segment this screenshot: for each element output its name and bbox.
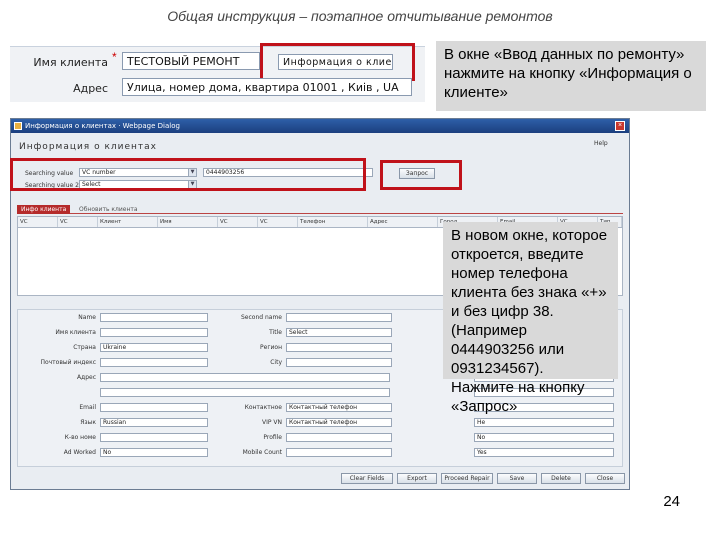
form-label: Ad Worked	[63, 449, 96, 456]
form-field[interactable]	[100, 388, 390, 397]
bottom-button[interactable]: Clear Fields	[341, 473, 393, 484]
highlight-search-fields	[10, 158, 366, 191]
form-label: Second name	[240, 314, 282, 321]
form-field[interactable]	[100, 433, 208, 442]
form-field-value: No	[103, 449, 112, 456]
form-label: Имя клиента	[55, 329, 96, 336]
callout-first: В окне «Ввод данных по ремонту» нажмите …	[436, 41, 706, 111]
window-app-icon	[14, 122, 22, 130]
grid-column-header[interactable]: Имя	[158, 217, 218, 227]
form-field-value: Не	[477, 419, 486, 426]
form-label: Name	[78, 314, 96, 321]
tab-client-info[interactable]: Инфо клиента	[17, 205, 71, 214]
grid-column-header[interactable]: Телефон	[298, 217, 368, 227]
page-number: 24	[663, 493, 680, 510]
form-field[interactable]	[286, 343, 392, 352]
form-field[interactable]: Select	[286, 328, 392, 337]
form-field-right[interactable]: Yes	[474, 448, 614, 457]
required-star-icon: *	[112, 50, 117, 64]
form-field[interactable]	[100, 358, 208, 367]
window-heading: Информация о клиентах	[19, 142, 157, 152]
form-field[interactable]: Russian	[100, 418, 208, 427]
grid-column-header[interactable]: Клиент	[98, 217, 158, 227]
form-field[interactable]	[286, 433, 392, 442]
form-field-value: Контактный телефон	[289, 419, 358, 426]
form-field[interactable]	[100, 373, 390, 382]
form-field[interactable]	[100, 403, 208, 412]
bottom-button[interactable]: Save	[497, 473, 537, 484]
bottom-button-row: Clear Fields Export Proceed Repair Save Dele…	[341, 473, 625, 485]
form-field[interactable]: Контактный телефон	[286, 418, 392, 427]
client-name-label: Имя клиента	[33, 56, 108, 69]
address-field[interactable]: Улица, номер дома, квартира 01001 , Киів…	[122, 78, 412, 96]
help-link[interactable]: Help	[594, 140, 608, 147]
form-field[interactable]	[286, 448, 392, 457]
form-field-value: Ukraine	[103, 344, 127, 351]
window-titlebar: Информация о клиентах · Webpage Dialog	[11, 119, 629, 133]
form-label: City	[270, 359, 282, 366]
grid-column-header[interactable]: VC	[58, 217, 98, 227]
address-label: Адрес	[73, 82, 108, 95]
form-label: Profile	[263, 434, 282, 441]
client-name-field[interactable]: ТЕСТОВЫЙ РЕМОНТ	[122, 52, 260, 70]
form-label: К-во номе	[64, 434, 96, 441]
bottom-button[interactable]: Close	[585, 473, 625, 484]
form-field-value: Select	[289, 329, 308, 336]
form-field-right[interactable]: Не	[474, 418, 614, 427]
form-field[interactable]: No	[100, 448, 208, 457]
form-field[interactable]	[286, 358, 392, 367]
window-close-icon[interactable]: ×	[615, 121, 625, 131]
form-field[interactable]	[286, 313, 392, 322]
form-field[interactable]	[100, 328, 208, 337]
tab-strip: Инфо клиента Обновить клиента	[17, 205, 623, 214]
grid-column-header[interactable]: Адрес	[368, 217, 438, 227]
callout-second: В новом окне, которое откроется, введите…	[443, 222, 618, 415]
highlight-client-info	[260, 43, 415, 81]
form-field-value: Yes	[477, 449, 487, 456]
form-label: Email	[79, 404, 96, 411]
form-label: Контактное	[244, 404, 282, 411]
form-field[interactable]	[100, 313, 208, 322]
form-label: Title	[269, 329, 282, 336]
form-label: Почтовый индекс	[40, 359, 96, 366]
highlight-query-button	[380, 160, 462, 190]
form-field-right[interactable]: No	[474, 433, 614, 442]
form-field[interactable]: Ukraine	[100, 343, 208, 352]
grid-column-header[interactable]: VC	[218, 217, 258, 227]
form-field-value: Контактный телефон	[289, 404, 358, 411]
tab-update-client[interactable]: Обновить клиента	[75, 205, 142, 214]
form-label: Адрес	[76, 374, 96, 381]
form-field-value: No	[477, 434, 486, 441]
form-label: Страна	[73, 344, 96, 351]
slide-title: Общая инструкция – поэтапное отчитывание…	[167, 8, 553, 24]
grid-column-header[interactable]: VC	[18, 217, 58, 227]
form-label: Язык	[80, 419, 96, 426]
form-field-value: Russian	[103, 419, 127, 426]
form-field[interactable]: Контактный телефон	[286, 403, 392, 412]
bottom-button[interactable]: Proceed Repair	[441, 473, 493, 484]
form-label: Mobile Count	[242, 449, 282, 456]
bottom-button[interactable]: Export	[397, 473, 437, 484]
grid-column-header[interactable]: VC	[258, 217, 298, 227]
bottom-button[interactable]: Delete	[541, 473, 581, 484]
form-label: Регион	[260, 344, 282, 351]
form-label: VIP VN	[262, 419, 282, 426]
